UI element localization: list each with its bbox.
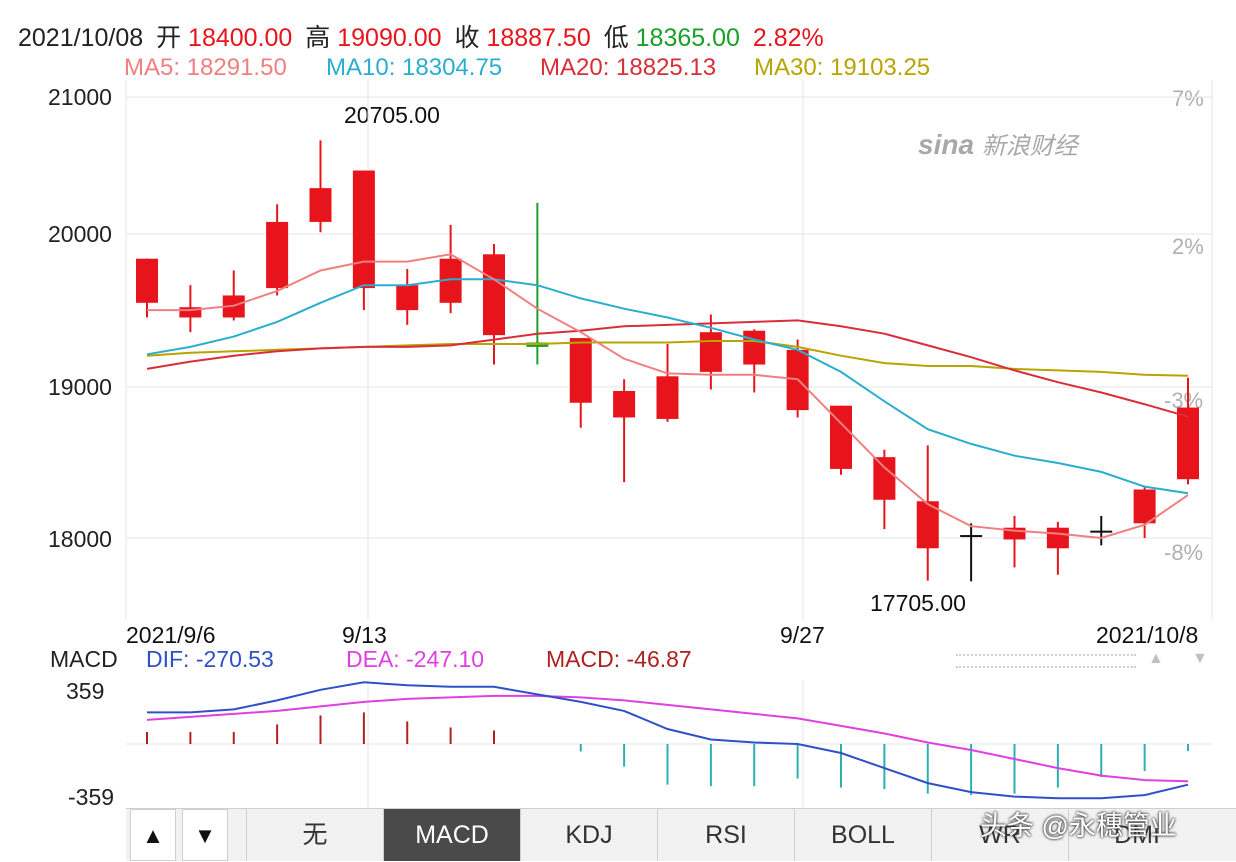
candle-body [1177, 407, 1199, 480]
candle-body [1046, 527, 1069, 549]
candle-body [613, 391, 636, 418]
candle-body [396, 285, 419, 311]
tab-none[interactable]: 无 [246, 809, 383, 861]
candle-body [960, 535, 983, 538]
scroll-up-button[interactable]: ▲ [130, 809, 176, 861]
tab-macd[interactable]: MACD [383, 809, 520, 861]
candle-body [352, 170, 375, 289]
grid [125, 80, 1213, 808]
chart-canvas [125, 80, 1213, 808]
candles [136, 140, 1199, 582]
candle-body [743, 330, 766, 365]
candle-body [266, 221, 289, 289]
candle-body [1133, 489, 1156, 524]
tab-rsi[interactable]: RSI [657, 809, 794, 861]
candle-body [656, 376, 679, 419]
scroll-down-button[interactable]: ▼ [182, 809, 228, 861]
candle-body [873, 457, 896, 500]
credit-watermark: 头条 @永穗管业 [980, 811, 1177, 841]
tab-kdj[interactable]: KDJ [520, 809, 657, 861]
candle-body [699, 332, 722, 372]
candle-body [136, 258, 158, 303]
candle-body [1090, 530, 1113, 533]
candle-body [483, 254, 505, 336]
candle-body [569, 338, 592, 403]
macd-panel [146, 681, 1189, 800]
candle-body [309, 188, 332, 222]
tab-boll[interactable]: BOLL [794, 809, 931, 861]
